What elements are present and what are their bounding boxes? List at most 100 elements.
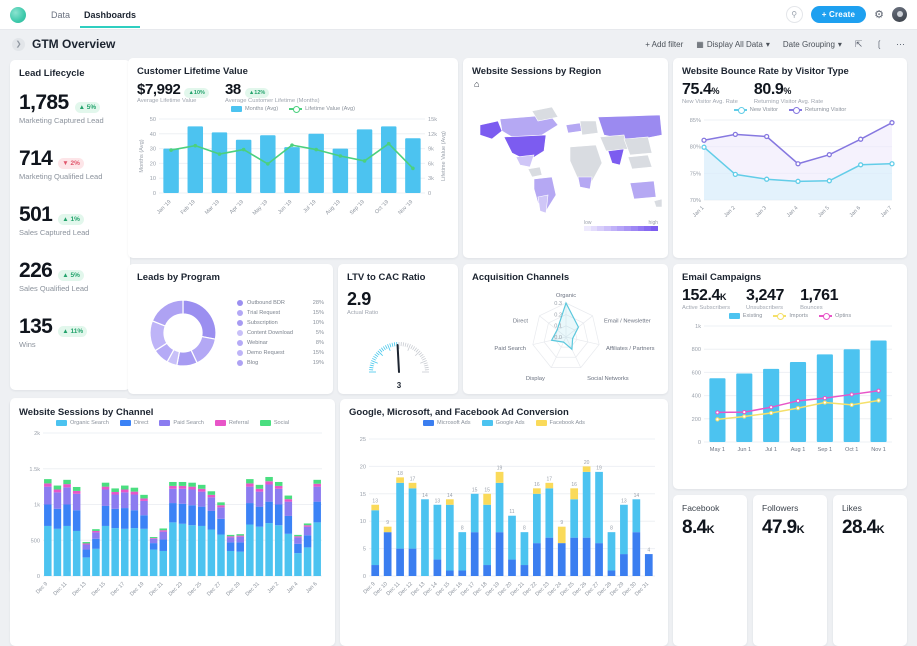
bar-segment[interactable]: [521, 532, 529, 565]
bar-segment[interactable]: [285, 499, 293, 502]
bar-segment[interactable]: [256, 485, 264, 489]
bar-segment[interactable]: [483, 505, 491, 565]
data-point[interactable]: [859, 137, 863, 141]
legend-item[interactable]: Organic Search: [56, 420, 109, 426]
bar-segment[interactable]: [313, 480, 321, 484]
bar-segment[interactable]: [236, 537, 244, 543]
bar-segment[interactable]: [63, 480, 71, 484]
bar-segment[interactable]: [208, 511, 216, 530]
bar[interactable]: [236, 140, 251, 193]
bar-segment[interactable]: [140, 529, 148, 576]
bar-segment[interactable]: [102, 526, 110, 576]
bar-segment[interactable]: [160, 532, 168, 540]
bar-segment[interactable]: [496, 472, 504, 483]
bar-segment[interactable]: [570, 538, 578, 576]
bar-segment[interactable]: [54, 489, 62, 492]
bar-segment[interactable]: [44, 505, 52, 526]
bar-segment[interactable]: [92, 531, 100, 532]
bar-segment[interactable]: [265, 523, 273, 576]
donut-slice[interactable]: [152, 300, 183, 326]
bar-segment[interactable]: [434, 505, 442, 560]
data-point[interactable]: [765, 135, 769, 139]
bar-segment[interactable]: [384, 532, 392, 576]
bar-segment[interactable]: [446, 571, 454, 576]
bar-segment[interactable]: [458, 571, 466, 576]
bar-segment[interactable]: [533, 488, 541, 493]
bar-segment[interactable]: [63, 487, 71, 504]
legend-item[interactable]: Months (Avg): [231, 106, 278, 112]
display-data-dropdown[interactable]: ▦ Display All Data ▾: [696, 40, 770, 49]
bar-segment[interactable]: [236, 542, 244, 551]
bar-segment[interactable]: [63, 526, 71, 576]
bar-segment[interactable]: [111, 488, 119, 492]
bar-segment[interactable]: [265, 481, 273, 484]
bar-segment[interactable]: [595, 543, 603, 576]
bar-segment[interactable]: [54, 509, 62, 529]
bar-segment[interactable]: [92, 539, 100, 549]
bar-segment[interactable]: [446, 499, 454, 504]
bar-segment[interactable]: [160, 551, 168, 576]
data-point[interactable]: [702, 145, 706, 149]
map-region-southeast-asia[interactable]: [628, 155, 652, 169]
bar-segment[interactable]: [198, 507, 206, 526]
bar-segment[interactable]: [111, 528, 119, 576]
legend-item[interactable]: New Visitor: [734, 107, 778, 113]
bar-segment[interactable]: [83, 542, 91, 543]
bar-segment[interactable]: [570, 499, 578, 537]
bar-segment[interactable]: [545, 538, 553, 576]
bar-segment[interactable]: [188, 489, 196, 505]
bar-segment[interactable]: [246, 503, 254, 524]
data-point[interactable]: [765, 177, 769, 181]
app-logo-icon[interactable]: [10, 7, 26, 23]
bar-segment[interactable]: [236, 552, 244, 576]
bar-segment[interactable]: [275, 505, 283, 526]
bar[interactable]: [405, 138, 420, 193]
search-icon[interactable]: ⚲: [786, 6, 803, 23]
bar-segment[interactable]: [471, 494, 479, 532]
data-point[interactable]: [702, 138, 706, 142]
bar-segment[interactable]: [533, 543, 541, 576]
nav-tab-dashboards[interactable]: Dashboards: [77, 2, 143, 28]
bar-segment[interactable]: [83, 545, 91, 550]
bar-segment[interactable]: [256, 527, 264, 576]
legend-item[interactable]: Webinar8%: [237, 338, 324, 348]
bar-segment[interactable]: [54, 492, 62, 508]
bar-segment[interactable]: [121, 529, 129, 576]
bar-segment[interactable]: [496, 532, 504, 576]
bar-segment[interactable]: [188, 525, 196, 576]
bar-segment[interactable]: [217, 519, 225, 535]
data-point[interactable]: [827, 153, 831, 157]
bar-segment[interactable]: [150, 543, 158, 549]
bar-segment[interactable]: [83, 550, 91, 558]
bar-segment[interactable]: [227, 542, 235, 551]
bar-segment[interactable]: [208, 530, 216, 576]
bar-segment[interactable]: [294, 536, 302, 537]
bar-segment[interactable]: [294, 544, 302, 553]
legend-item[interactable]: Social: [260, 420, 289, 426]
bar-segment[interactable]: [150, 550, 158, 576]
bar-segment[interactable]: [140, 495, 148, 499]
bar-segment[interactable]: [131, 492, 139, 495]
avatar[interactable]: [892, 7, 907, 22]
bar-segment[interactable]: [208, 495, 216, 498]
home-icon[interactable]: ⌂: [474, 79, 659, 89]
bar[interactable]: [308, 134, 323, 193]
legend-item[interactable]: Direct: [120, 420, 149, 426]
chevron-right-icon[interactable]: ❯: [12, 38, 25, 51]
bar-segment[interactable]: [198, 526, 206, 576]
bar-segment[interactable]: [396, 477, 404, 482]
bar-segment[interactable]: [285, 516, 293, 534]
nav-tab-data[interactable]: Data: [44, 2, 77, 28]
bar-segment[interactable]: [73, 494, 81, 510]
bar-segment[interactable]: [545, 488, 553, 537]
map-region-south-africa[interactable]: [578, 177, 592, 189]
bar-segment[interactable]: [160, 530, 168, 531]
bar-segment[interactable]: [632, 499, 640, 532]
bar-segment[interactable]: [294, 553, 302, 576]
more-icon[interactable]: ⋯: [896, 39, 905, 50]
bar-segment[interactable]: [102, 487, 110, 490]
bar-segment[interactable]: [246, 525, 254, 576]
bar[interactable]: [163, 149, 178, 193]
legend-item[interactable]: Existing: [729, 313, 763, 319]
bar-segment[interactable]: [188, 505, 196, 525]
